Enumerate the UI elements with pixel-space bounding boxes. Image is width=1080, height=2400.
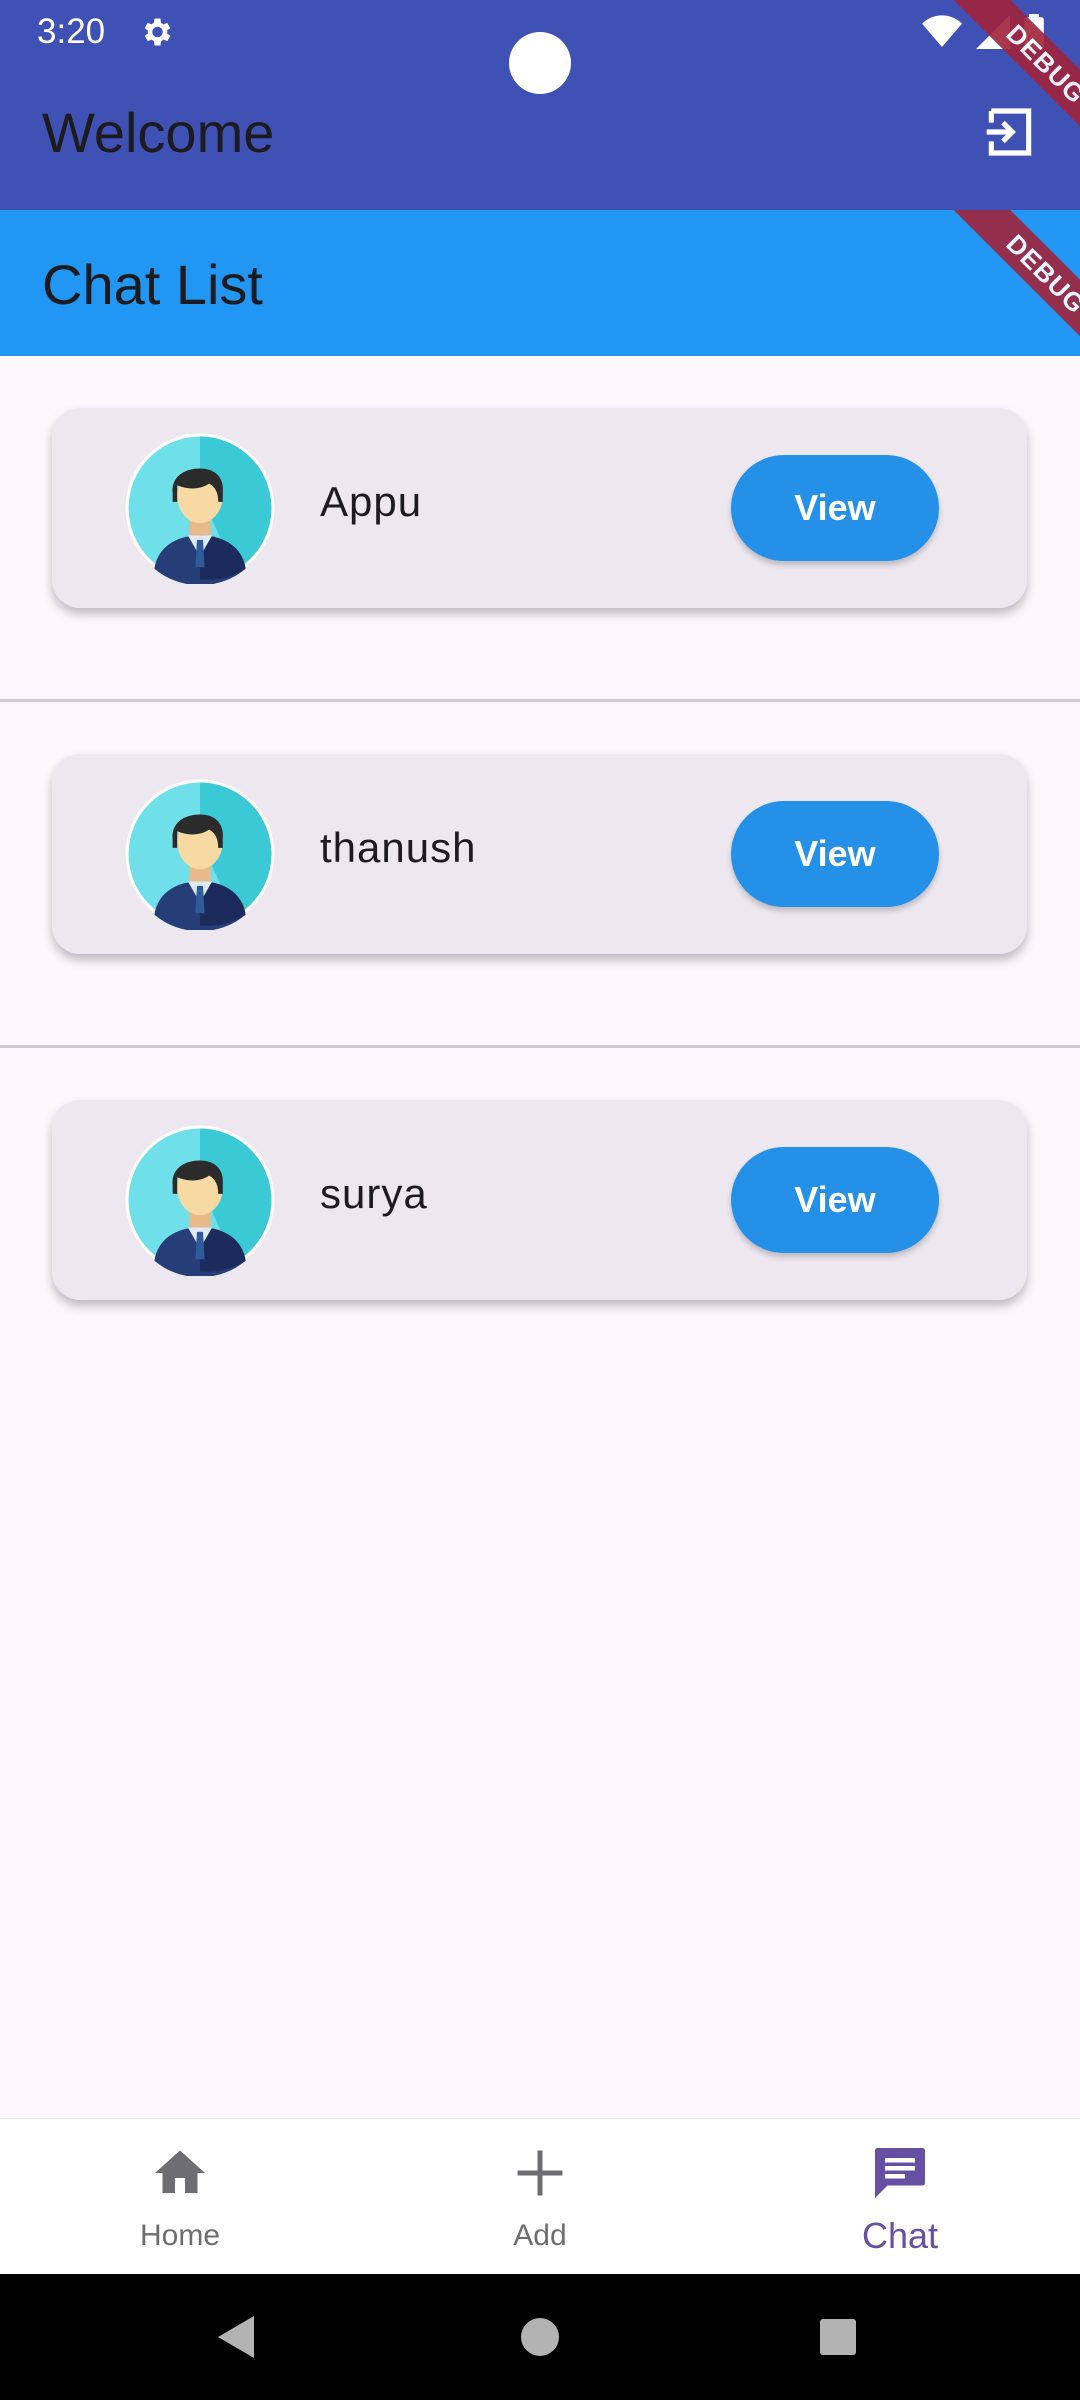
contact-name: surya <box>320 1170 428 1217</box>
bottom-navigation: Home Add Chat <box>0 2118 1080 2275</box>
list-item: Appu View <box>0 356 1080 702</box>
avatar <box>125 1125 275 1276</box>
back-icon[interactable] <box>216 2314 256 2360</box>
chat-list: Appu View thanush View surya View <box>0 356 1080 1394</box>
contact-name: Appu <box>320 478 423 525</box>
nav-item-chat[interactable]: Chat <box>720 2119 1080 2275</box>
list-item: surya View <box>0 1048 1080 1394</box>
chat-icon <box>875 2148 925 2198</box>
view-button[interactable]: View <box>731 801 939 907</box>
nav-item-add[interactable]: Add <box>360 2119 720 2275</box>
chat-list-header: Chat List DEBUG <box>0 210 1080 356</box>
debug-ribbon: DEBUG <box>939 210 1080 356</box>
page-title: Welcome <box>42 101 275 164</box>
contact-name: thanush <box>320 824 477 871</box>
nav-label-chat: Chat <box>861 2215 939 2256</box>
wifi-icon <box>922 15 962 47</box>
chat-card: Appu View <box>52 408 1027 608</box>
chat-card: surya View <box>52 1100 1027 1300</box>
logout-icon[interactable] <box>982 104 1038 160</box>
chat-card: thanush View <box>52 754 1027 954</box>
plus-icon <box>517 2150 563 2196</box>
avatar <box>125 779 275 930</box>
top-app-bar: 3:20 Welcome DEBUG <box>0 0 1080 210</box>
view-button[interactable]: View <box>731 455 939 561</box>
recents-icon[interactable] <box>818 2314 858 2360</box>
list-item: thanush View <box>0 702 1080 1048</box>
home-circle-icon[interactable] <box>520 2314 560 2360</box>
system-navigation-bar <box>0 2274 1080 2400</box>
camera-cutout <box>509 32 571 94</box>
view-button[interactable]: View <box>731 1147 939 1253</box>
nav-label-add: Add <box>513 2219 567 2252</box>
home-icon <box>155 2150 205 2193</box>
section-title: Chat List <box>42 253 263 316</box>
nav-item-home[interactable]: Home <box>0 2119 360 2275</box>
settings-status-icon <box>144 18 171 46</box>
nav-label-home: Home <box>139 2219 221 2252</box>
status-time: 3:20 <box>37 12 106 51</box>
avatar <box>125 433 275 584</box>
